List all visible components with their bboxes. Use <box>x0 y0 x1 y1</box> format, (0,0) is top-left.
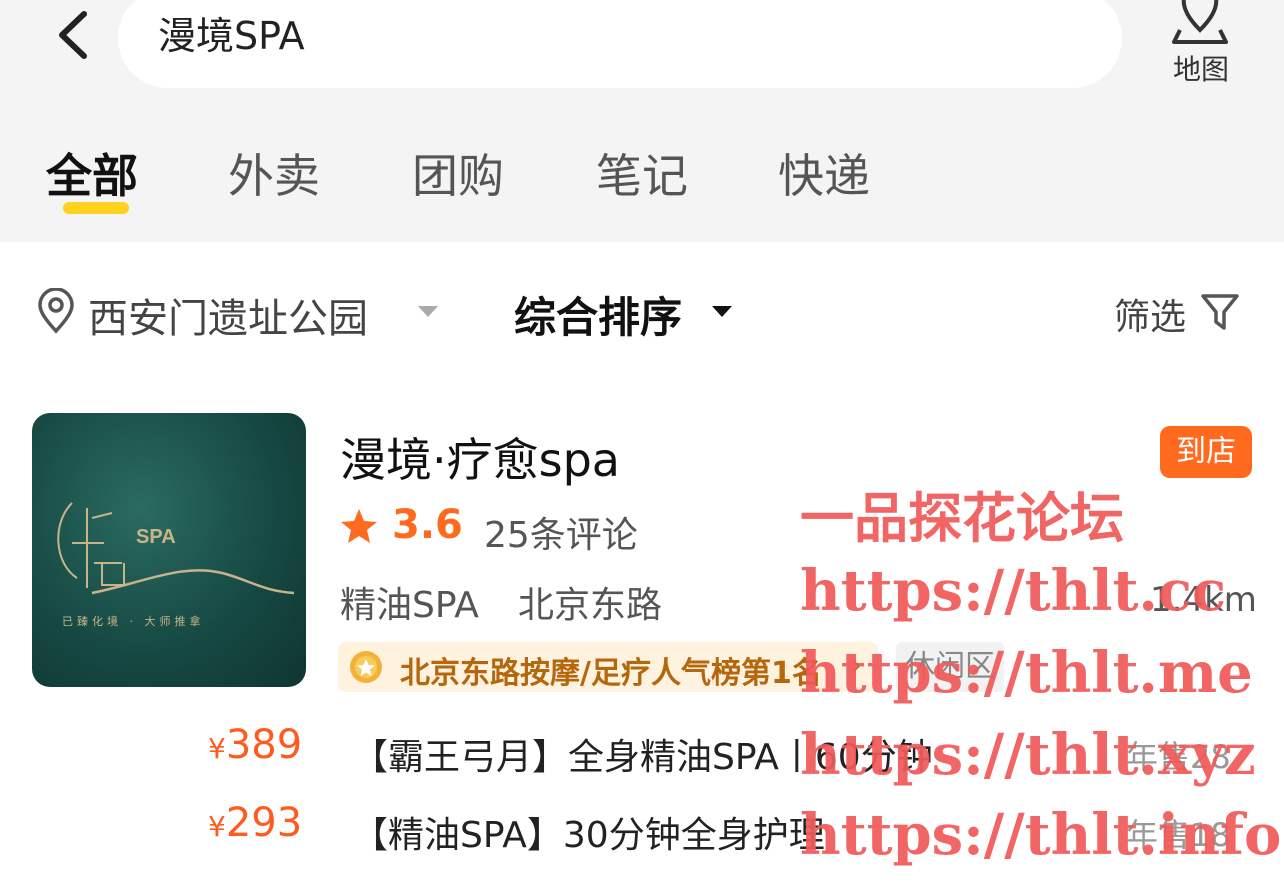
medal-icon <box>350 651 382 683</box>
watermark-url: https://thlt.me <box>800 640 1253 706</box>
back-arrow-icon[interactable] <box>52 8 96 62</box>
shop-logo: SPA 已臻化境 · 大师推拿 <box>57 502 295 628</box>
caret-down-icon <box>418 306 438 317</box>
filter-button[interactable]: 筛选 <box>1114 288 1186 340</box>
shop-category: 精油SPA <box>340 585 479 626</box>
store-badge: 到店 <box>1160 426 1252 478</box>
filter-bar: 西安门遗址公园 综合排序 筛选 <box>0 242 1284 372</box>
watermark-title: 一品探花论坛 <box>800 486 1124 550</box>
map-pin-icon[interactable] <box>1170 0 1230 44</box>
shop-area: 北京东路 <box>518 585 663 626</box>
active-tab-indicator <box>63 202 129 214</box>
top-bar: 漫境SPA 地图 全部 外卖 团购 笔记 快递 <box>0 0 1284 242</box>
deal-price: ¥389 <box>208 722 303 768</box>
watermark-url: https://thlt.info <box>800 802 1282 868</box>
location-filter[interactable]: 西安门遗址公园 <box>88 286 368 344</box>
watermark-url: https://thlt.xyz <box>800 722 1256 788</box>
sort-dropdown[interactable]: 综合排序 <box>514 284 682 345</box>
tab-notes[interactable]: 笔记 <box>596 140 688 206</box>
logo-slogan: 已臻化境 · 大师推拿 <box>62 614 205 628</box>
tab-delivery[interactable]: 快递 <box>778 140 870 206</box>
ranking-text: 北京东路按摩/足疗人气榜第1名 <box>400 656 822 691</box>
caret-down-icon <box>712 306 732 317</box>
search-bar[interactable]: 漫境SPA <box>118 0 1122 88</box>
review-count[interactable]: 25条评论 <box>484 506 638 558</box>
star-icon <box>341 509 377 543</box>
shop-rating: 3.6 <box>392 502 463 548</box>
shop-name[interactable]: 漫境·疗愈spa <box>340 424 620 490</box>
location-icon <box>38 288 74 334</box>
ranking-badge[interactable]: 北京东路按摩/足疗人气榜第1名 › <box>338 642 878 692</box>
search-input[interactable]: 漫境SPA <box>158 6 305 66</box>
watermark-url: https://thlt.cc <box>800 558 1227 624</box>
deal-price: ¥293 <box>208 800 303 846</box>
deal-title: 【精油SPA】30分钟全身护理 <box>352 815 825 856</box>
map-label[interactable]: 地图 <box>1166 48 1236 88</box>
logo-text: SPA <box>136 526 176 548</box>
tab-groupbuy[interactable]: 团购 <box>412 140 504 206</box>
filter-icon[interactable] <box>1200 292 1240 332</box>
tab-takeout[interactable]: 外卖 <box>228 140 320 206</box>
tab-all[interactable]: 全部 <box>46 140 138 206</box>
shop-thumbnail[interactable]: SPA 已臻化境 · 大师推拿 <box>32 413 306 687</box>
